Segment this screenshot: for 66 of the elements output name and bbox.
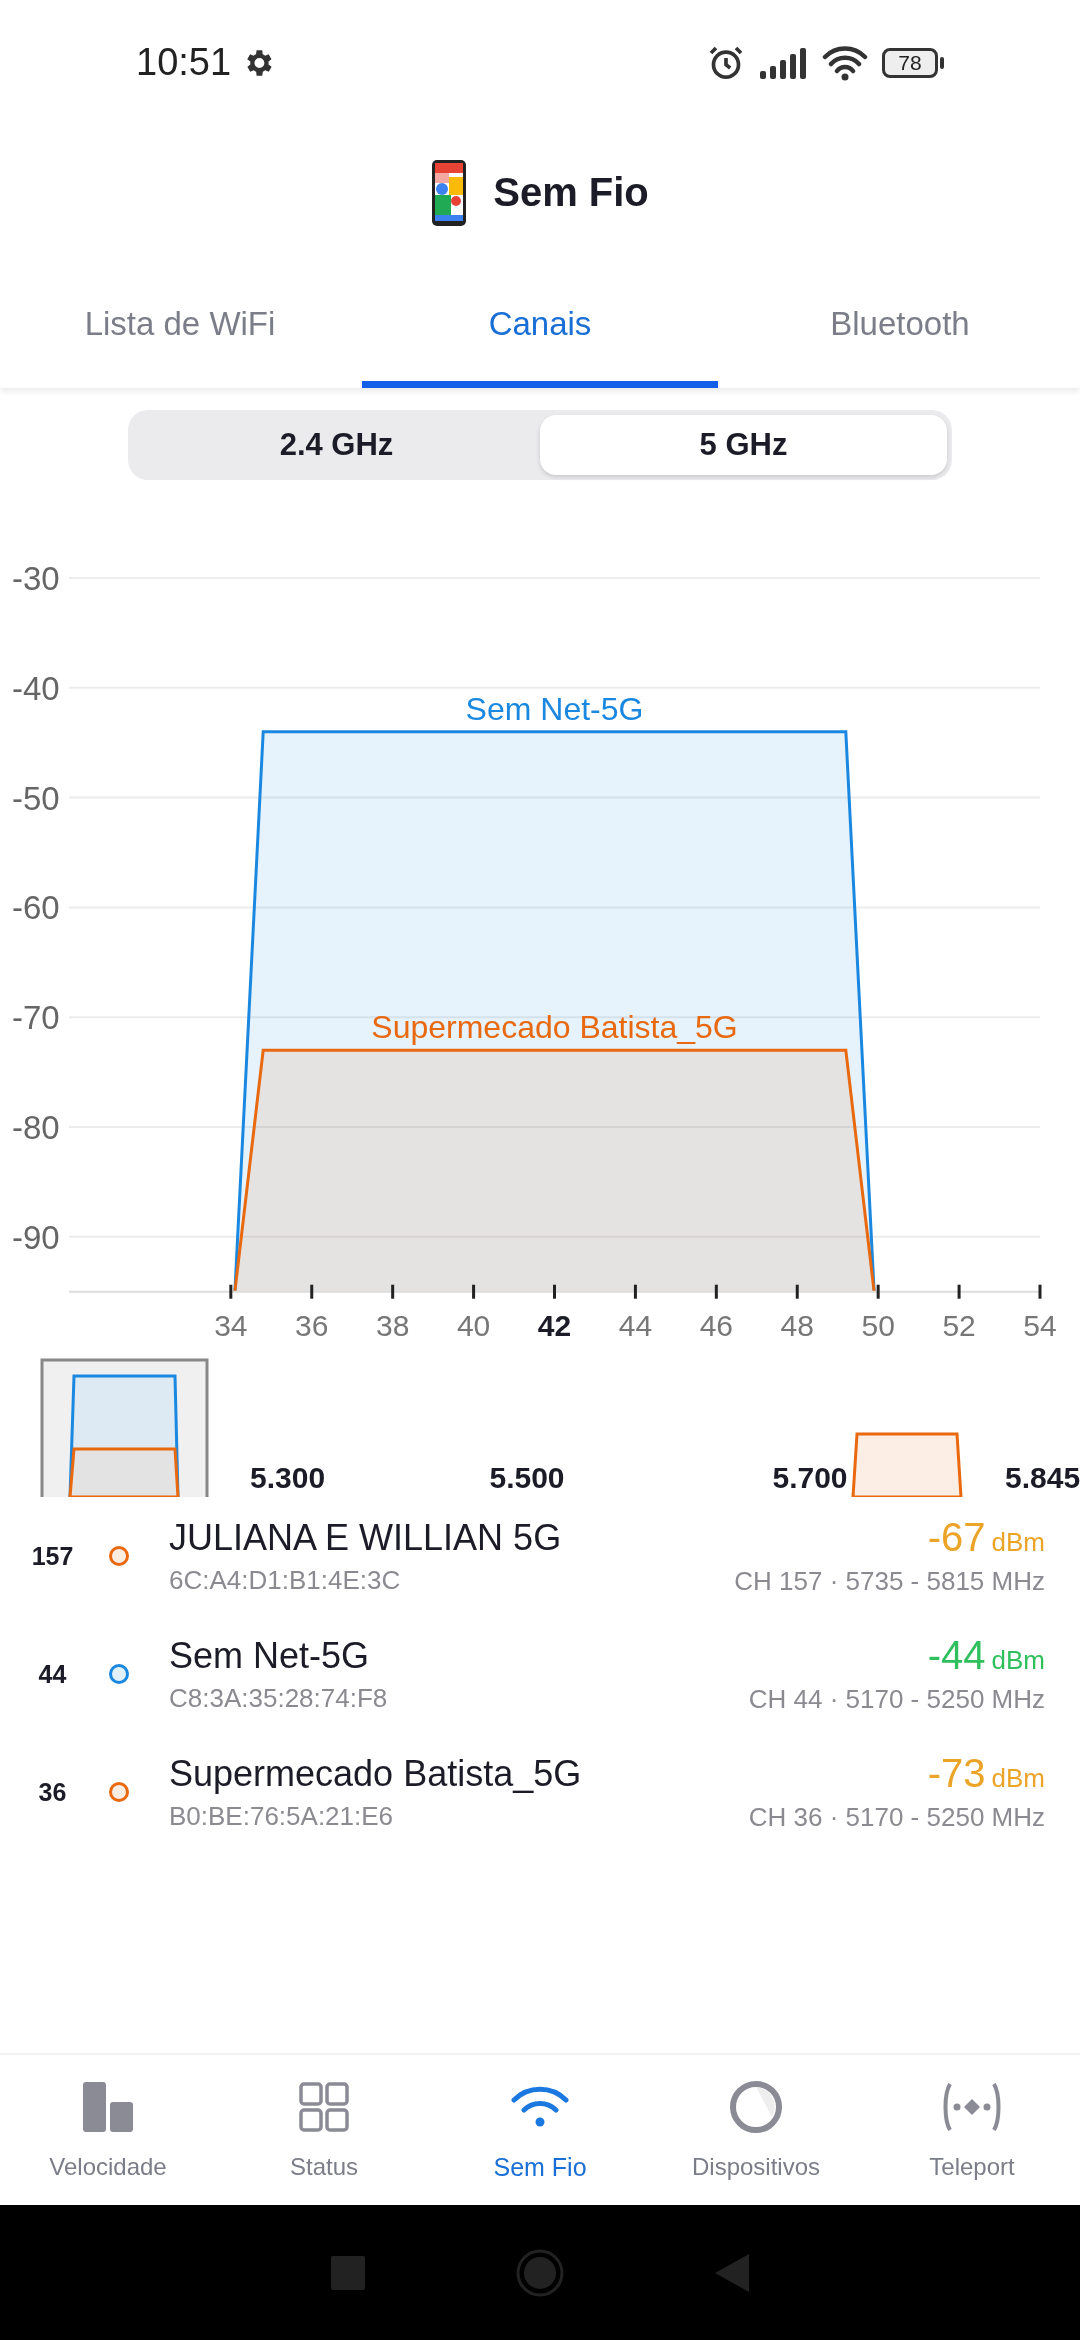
grid-icon: [299, 2082, 349, 2132]
nav-item[interactable]: Teleport: [864, 2055, 1080, 2205]
recents-button[interactable]: [331, 2255, 365, 2290]
axis-tick-label: 44: [618, 1308, 653, 1342]
ring-icon: [729, 2080, 783, 2134]
signal-icon: [760, 46, 808, 79]
axis-tick-label: -40: [12, 669, 60, 707]
nav-item[interactable]: Status: [216, 2055, 432, 2205]
channel-details: CH 157 · 5735 - 5815 MHz: [734, 1566, 1045, 1597]
channel-details: CH 44 · 5170 - 5250 MHz: [748, 1684, 1045, 1715]
signal-value: -67: [927, 1515, 986, 1560]
channel-number: 157: [30, 1541, 75, 1571]
axis-tick-label: -80: [12, 1109, 60, 1146]
axis-tick-label: 36: [295, 1308, 329, 1342]
axis-tick-label: -60: [12, 889, 60, 927]
spectrum-overview-drawing[interactable]: [40, 1358, 963, 1497]
axis-tick-label: 38: [376, 1308, 410, 1342]
axis-tick-label: -30: [12, 560, 60, 597]
clock: 10:51: [136, 41, 232, 84]
signal-unit: dBm: [991, 1645, 1045, 1676]
axis-tick-label: 40: [456, 1308, 491, 1342]
axis-tick-label: 48: [780, 1308, 814, 1342]
frequency-label: 5.500: [489, 1461, 565, 1494]
axis-tick-label: 50: [861, 1308, 895, 1342]
tab[interactable]: Canais: [362, 260, 718, 388]
axis-tick-label: 46: [699, 1308, 733, 1342]
channel-details: CH 36 · 5170 - 5250 MHz: [748, 1802, 1045, 1833]
wifi-icon: [511, 2085, 569, 2128]
wifi-icon: [822, 44, 868, 81]
signal-value: -73: [927, 1751, 986, 1796]
signal-unit: dBm: [991, 1527, 1045, 1558]
nav-item[interactable]: Velocidade: [0, 2055, 216, 2205]
band-option[interactable]: 5 GHz: [540, 415, 947, 475]
series-label: Supermecado Batista_5G: [371, 1009, 738, 1046]
mac-address: C8:3A:35:28:74:F8: [169, 1682, 389, 1714]
network-name: Sem Net-5G: [169, 1634, 371, 1677]
signal-unit: dBm: [991, 1763, 1045, 1794]
tab[interactable]: Lista de WiFi: [2, 260, 358, 388]
nav-item[interactable]: Dispositivos: [648, 2055, 864, 2205]
axis-tick-label: 34: [214, 1308, 248, 1342]
home-button[interactable]: [515, 2247, 565, 2298]
mac-address: 6C:A4:D1:B1:4E:3C: [169, 1564, 402, 1596]
tab[interactable]: Bluetooth: [722, 260, 1078, 388]
frequency-label: 5.845: [1005, 1461, 1080, 1494]
axis-tick-label: -70: [12, 999, 60, 1037]
frequency-label: 5.700: [772, 1461, 848, 1494]
network-name: JULIANA E WILLIAN 5G: [169, 1516, 563, 1559]
series-label: Sem Net-5G: [465, 690, 644, 727]
nav-item[interactable]: Sem Fio: [432, 2055, 648, 2205]
bar-chart-icon: [83, 2082, 133, 2132]
axis-tick-label: 42: [537, 1308, 572, 1342]
phone-icon: [431, 158, 468, 227]
screen-title: Sem Fio: [493, 170, 649, 215]
network-name: Supermecado Batista_5G: [169, 1752, 583, 1795]
axis-tick-label: 52: [942, 1308, 976, 1342]
signal-value: -44: [927, 1633, 986, 1678]
mac-address: B0:BE:76:5A:21:E6: [169, 1800, 395, 1832]
channel-number: 44: [37, 1659, 68, 1689]
axis-tick-label: -50: [12, 779, 60, 817]
teleport-icon: [942, 2082, 1002, 2132]
axis-tick-label: -90: [12, 1218, 60, 1256]
frequency-label: 5.300: [250, 1461, 326, 1494]
back-button[interactable]: [715, 2253, 749, 2292]
band-option[interactable]: 2.4 GHz: [133, 415, 540, 475]
axis-tick-label: 54: [1023, 1308, 1057, 1342]
channel-number: 36: [37, 1777, 68, 1807]
